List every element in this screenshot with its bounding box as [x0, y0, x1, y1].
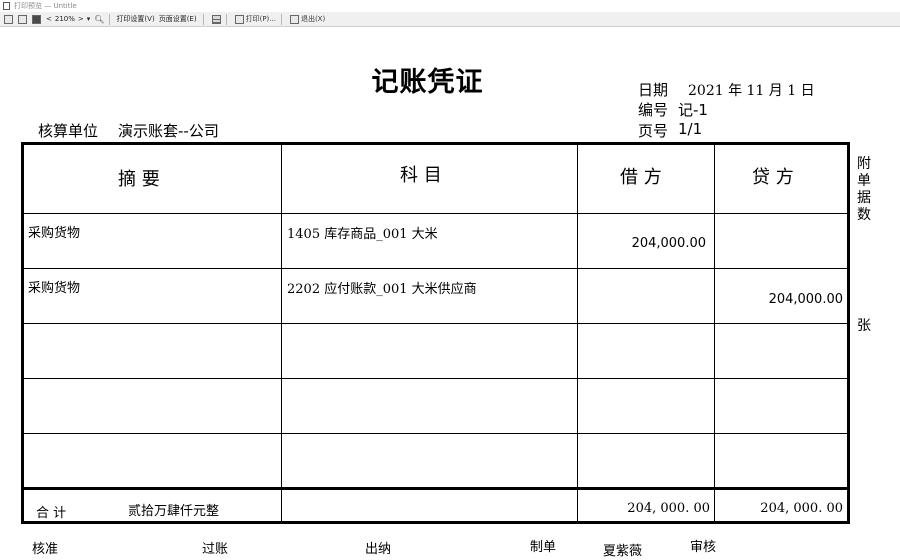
preparer-label: 制单 [530, 540, 557, 555]
row-divider [24, 213, 847, 214]
row2-credit: 204,000.00 [768, 292, 843, 307]
zoom-out-icon[interactable]: < [46, 15, 52, 23]
header-credit: 贷 方 [752, 167, 794, 188]
header-account: 科 目 [400, 165, 442, 186]
row-divider [24, 378, 847, 379]
window-titlebar: 打印预览 — Untitle [0, 0, 900, 12]
layout-button[interactable] [211, 14, 222, 25]
approver-label: 核准 [32, 542, 59, 557]
posted-label: 过账 [202, 542, 229, 557]
window-title: 打印预览 — Untitle [14, 2, 77, 10]
page-value: 1/1 [678, 120, 703, 138]
total-debit: 204, 000. 00 [627, 501, 710, 516]
voucher-table: 摘 要 科 目 借 方 贷 方 采购货物 1405 库存商品_001 大米 20… [21, 142, 850, 524]
zoom-tool-button[interactable]: 🔍︎ [93, 14, 105, 25]
row-divider [24, 323, 847, 324]
row-divider [24, 268, 847, 269]
date-value: 2021 年 11 月 1 日 [688, 83, 815, 99]
exit-button[interactable]: 退出(X) [289, 14, 326, 25]
page-label: 页号 [638, 122, 669, 140]
column-divider [281, 145, 282, 521]
print-button-label: 打印(P)... [245, 15, 276, 23]
toolbar-separator [225, 13, 227, 25]
pages-icon [18, 14, 27, 24]
attachment-unit: 张 [857, 318, 871, 334]
print-button[interactable]: 打印(P)... [234, 14, 277, 25]
row-divider [24, 433, 847, 434]
cashier-label: 出纳 [365, 542, 392, 557]
printer-icon [234, 14, 244, 24]
total-label: 合 计 [36, 506, 67, 521]
first-page-button[interactable] [3, 14, 14, 25]
total-divider [24, 487, 847, 490]
column-divider [714, 145, 715, 521]
thumbnail-button[interactable] [31, 14, 42, 25]
zoom-dropdown-icon[interactable]: ▾ [87, 15, 91, 23]
exit-button-label: 退出(X) [300, 15, 326, 23]
multi-page-button[interactable] [17, 14, 28, 25]
header-summary: 摘 要 [118, 169, 160, 190]
reviewer-label: 审核 [690, 540, 717, 555]
number-value: 记-1 [678, 101, 708, 119]
zoom-in-icon[interactable]: > [78, 15, 84, 23]
page-setup-button[interactable]: 页面设置(E) [157, 14, 199, 24]
toolbar-separator [280, 13, 282, 25]
number-label: 编号 [638, 101, 669, 119]
header-debit: 借 方 [620, 167, 662, 188]
toolbar-separator [109, 13, 111, 25]
document-icon [3, 2, 10, 10]
zoom-control[interactable]: < 210% > ▾ [46, 15, 90, 23]
total-credit: 204, 000. 00 [760, 501, 843, 516]
column-divider [577, 145, 578, 521]
row2-summary: 采购货物 [28, 281, 81, 296]
toolbar-separator [202, 13, 204, 25]
print-setup-button[interactable]: 打印设置(V) [114, 14, 156, 24]
attachment-label: 附单据数 [857, 156, 871, 223]
unit-value: 演示账套--公司 [118, 122, 219, 140]
row1-debit: 204,000.00 [631, 236, 706, 251]
unit-label: 核算单位 [38, 122, 99, 140]
row1-summary: 采购货物 [28, 226, 81, 241]
magnifier-icon: 🔍︎ [94, 14, 105, 24]
zoom-value: 210% [54, 15, 75, 23]
exit-icon [289, 14, 299, 24]
row2-account: 2202 应付账款_001 大米供应商 [287, 282, 477, 297]
layout-icon [211, 14, 221, 24]
date-label: 日期 [638, 81, 669, 99]
thumbnail-icon [32, 14, 41, 24]
preview-toolbar: < 210% > ▾ 🔍︎ 打印设置(V) 页面设置(E) 打印(P)... 退… [0, 12, 900, 27]
page-icon [4, 14, 13, 24]
row1-account: 1405 库存商品_001 大米 [287, 227, 438, 242]
total-words: 贰拾万肆仟元整 [128, 504, 220, 519]
preparer-name: 夏紫薇 [603, 544, 643, 559]
